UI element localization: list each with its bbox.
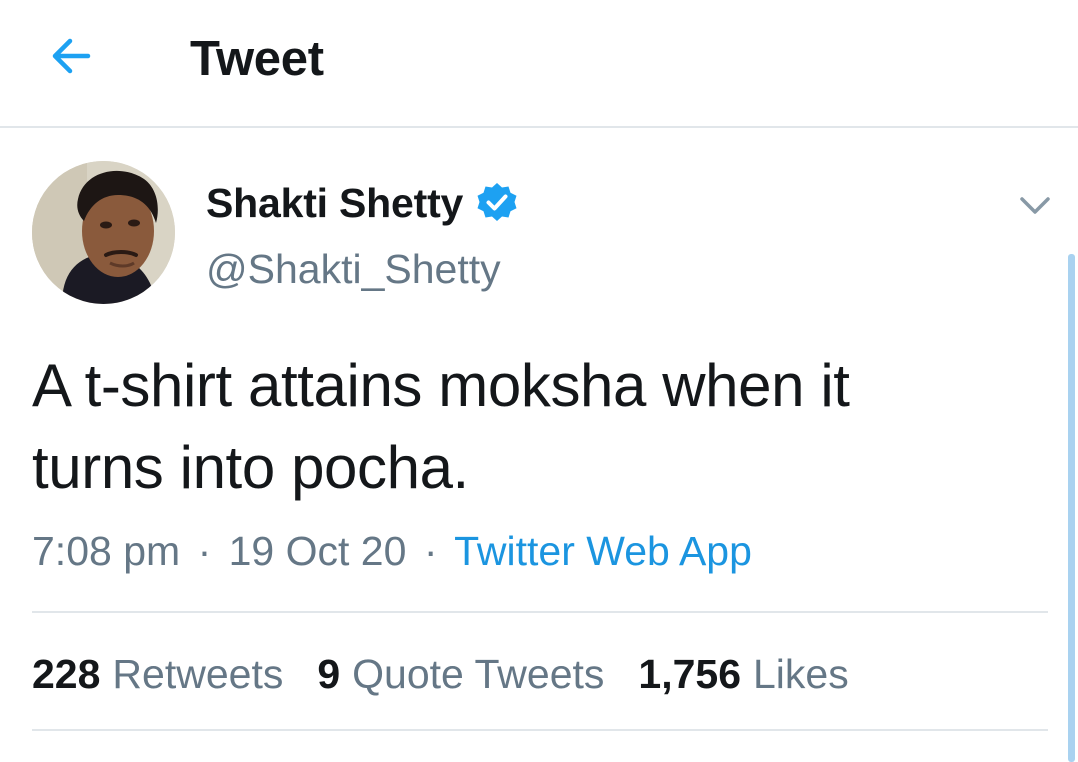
divider	[32, 729, 1048, 731]
author-name-row[interactable]: Shakti Shetty	[206, 176, 519, 230]
tweet-time[interactable]: 7:08 pm	[32, 528, 180, 574]
quote-tweets-label: Quote Tweets	[352, 650, 605, 697]
retweets-label: Retweets	[112, 650, 284, 697]
verified-badge-icon	[477, 183, 517, 221]
author-handle[interactable]: @Shakti_Shetty	[206, 244, 501, 294]
retweets-stat[interactable]: 228 Retweets	[32, 651, 283, 698]
page-title: Tweet	[190, 32, 324, 86]
meta-separator: ·	[197, 528, 212, 574]
chevron-down-icon	[1020, 197, 1050, 214]
tweet-meta: 7:08 pm · 19 Oct 20 · Twitter Web App	[32, 524, 752, 578]
divider	[32, 611, 1048, 613]
tweet-date[interactable]: 19 Oct 20	[229, 528, 407, 574]
retweets-count: 228	[32, 650, 101, 697]
back-button[interactable]	[44, 26, 104, 86]
likes-label: Likes	[753, 650, 849, 697]
scrollbar[interactable]	[1068, 254, 1075, 762]
meta-separator: ·	[423, 528, 438, 574]
likes-stat[interactable]: 1,756 Likes	[638, 651, 848, 698]
tweet-menu-button[interactable]	[1014, 184, 1056, 226]
top-bar: Tweet	[0, 0, 1078, 128]
avatar[interactable]	[32, 161, 175, 304]
tweet-source-link[interactable]: Twitter Web App	[454, 528, 752, 574]
tweet-stats: 228 Retweets 9 Quote Tweets 1,756 Likes	[32, 646, 883, 702]
quote-tweets-count: 9	[317, 650, 341, 697]
tweet-text: A t-shirt attains moksha when it turns i…	[32, 352, 850, 501]
author-display-name: Shakti Shetty	[206, 179, 464, 226]
likes-count: 1,756	[638, 650, 741, 697]
arrow-left-icon	[52, 38, 91, 74]
quote-tweets-stat[interactable]: 9 Quote Tweets	[317, 651, 604, 698]
